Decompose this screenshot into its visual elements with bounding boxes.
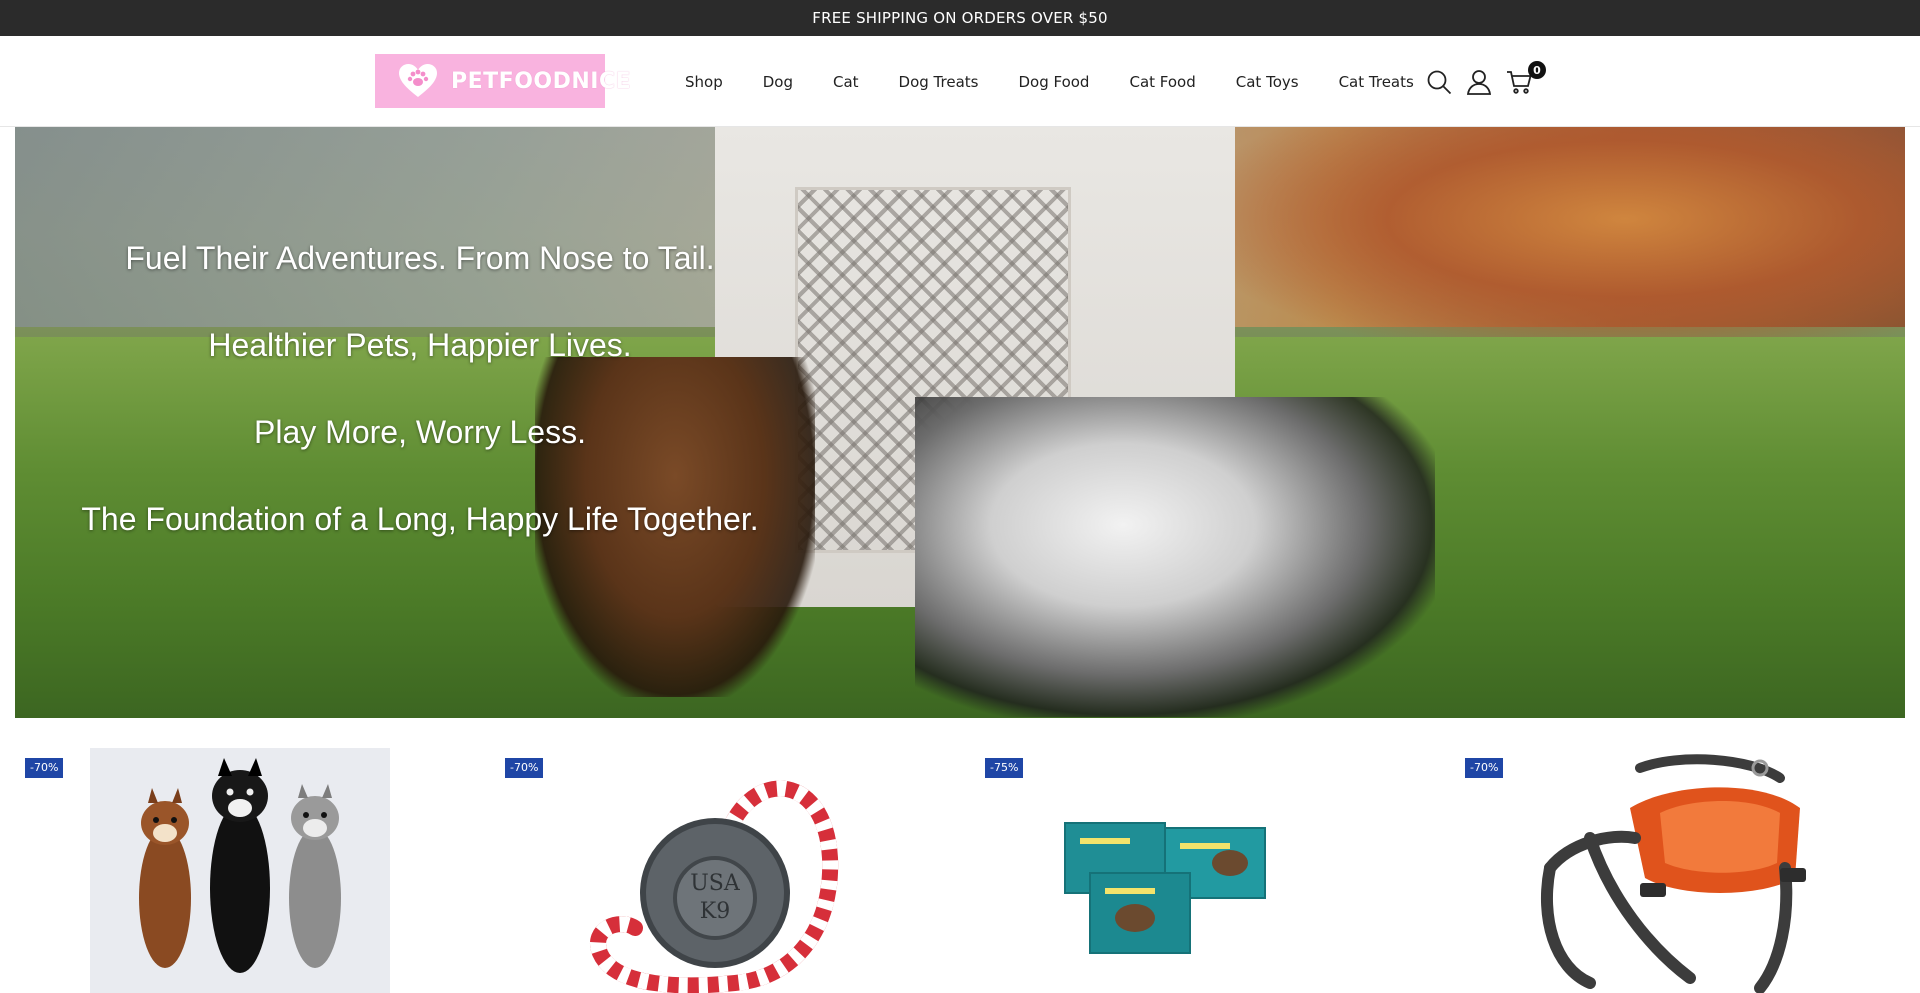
header-actions: 0 — [1424, 61, 1546, 98]
nav-dog-treats[interactable]: Dog Treats — [899, 73, 979, 91]
cart-count-badge: 0 — [1528, 61, 1546, 79]
hero-line-4: The Foundation of a Long, Happy Life Tog… — [81, 501, 759, 537]
discount-badge: -70% — [25, 758, 64, 778]
product-image[interactable] — [1035, 748, 1335, 993]
product-card[interactable]: -70% — [15, 748, 445, 993]
hero-line-1: Fuel Their Adventures. From Nose to Tail… — [125, 240, 715, 276]
svg-text:K9: K9 — [700, 899, 730, 924]
search-icon[interactable] — [1424, 67, 1454, 97]
heart-paw-icon — [399, 62, 437, 100]
hero-line-2: Healthier Pets, Happier Lives. — [208, 327, 632, 363]
site-header: PETFOODNICE Shop Dog Cat Dog Treats Dog … — [0, 36, 1920, 127]
nav-cat-toys[interactable]: Cat Toys — [1236, 73, 1299, 91]
product-image[interactable] — [90, 748, 390, 993]
nav-shop[interactable]: Shop — [685, 73, 723, 91]
hero-dog-aussie-image — [915, 397, 1435, 717]
product-image[interactable] — [1530, 748, 1830, 993]
nav-cat-food[interactable]: Cat Food — [1129, 73, 1195, 91]
hero-banner[interactable]: Fuel Their Adventures. From Nose to Tail… — [15, 127, 1905, 718]
main-nav: Shop Dog Cat Dog Treats Dog Food Cat Foo… — [685, 36, 1414, 127]
account-icon[interactable] — [1464, 67, 1494, 97]
hero-text: Fuel Their Adventures. From Nose to Tail… — [15, 127, 825, 718]
discount-badge: -70% — [505, 758, 544, 778]
discount-badge: -75% — [985, 758, 1024, 778]
nav-dog-food[interactable]: Dog Food — [1018, 73, 1089, 91]
product-image[interactable]: USA K9 — [575, 748, 875, 993]
nav-dog[interactable]: Dog — [763, 73, 793, 91]
hero-line-3: Play More, Worry Less. — [254, 414, 586, 450]
product-card[interactable]: USA K9 -70% — [495, 748, 925, 993]
product-card[interactable]: -70% — [1455, 748, 1885, 993]
announcement-bar: FREE SHIPPING ON ORDERS OVER $50 — [0, 0, 1920, 36]
nav-cat-treats[interactable]: Cat Treats — [1339, 73, 1414, 91]
product-grid: -70% USA K9 -70% -75% -70% — [0, 748, 1920, 993]
announcement-text: FREE SHIPPING ON ORDERS OVER $50 — [812, 9, 1108, 27]
site-logo[interactable]: PETFOODNICE — [375, 54, 631, 108]
nav-cat[interactable]: Cat — [833, 73, 859, 91]
discount-badge: -70% — [1465, 758, 1504, 778]
product-card[interactable]: -75% — [975, 748, 1405, 993]
svg-text:USA: USA — [690, 871, 741, 896]
hero-foliage — [1205, 127, 1905, 357]
cart-icon[interactable]: 0 — [1504, 61, 1546, 97]
logo-text: PETFOODNICE — [451, 68, 632, 94]
